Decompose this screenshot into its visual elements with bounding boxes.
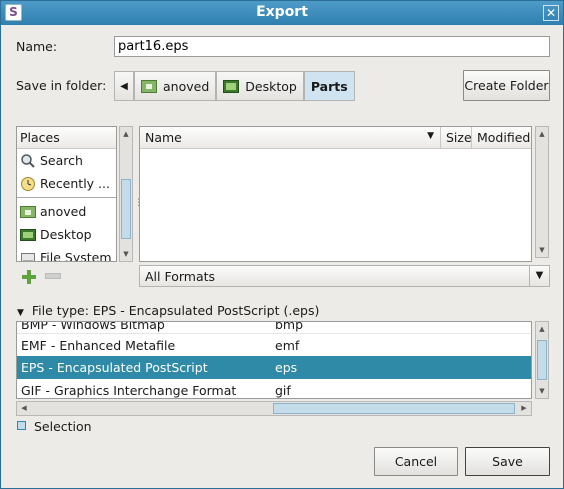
crumb-anoved[interactable]: anoved [134,71,217,101]
place-recent[interactable]: Recently ... [17,172,116,195]
scroll-left-icon[interactable]: ◀ [17,402,31,415]
places-scrollbar[interactable]: ▲ ▼ [119,126,133,262]
file-type-name: EPS - Encapsulated PostScript [21,360,208,375]
scroll-thumb[interactable] [537,340,547,380]
dropdown-arrow-icon: ▼ [529,265,549,287]
file-type-hscrollbar[interactable]: ◀ ▶ [16,401,532,416]
desktop-icon [223,79,240,93]
place-filesystem[interactable]: File System [17,246,116,262]
expander-arrow-icon: ▼ [17,308,24,318]
add-bookmark-icon[interactable] [21,269,37,285]
column-label: Name [145,130,182,145]
place-label: Desktop [40,227,92,242]
drive-icon [20,250,36,261]
save-button[interactable]: Save [465,447,550,476]
cancel-button[interactable]: Cancel [374,447,458,476]
crumb-label: Desktop [245,78,297,94]
file-type-label: File type: EPS - Encapsulated PostScript… [31,303,320,318]
file-type-name: GIF - Graphics Interchange Format [21,383,237,398]
crumb-label: anoved [163,78,210,94]
scroll-thumb[interactable] [273,403,515,414]
crumb-parts[interactable]: Parts [303,71,355,101]
remove-bookmark-icon[interactable] [45,273,61,279]
filename-input[interactable] [114,36,550,57]
scroll-right-icon[interactable]: ▶ [517,402,531,415]
format-filter-select[interactable]: All Formats ▼ [139,265,550,287]
search-icon [20,153,36,169]
places-separator [17,197,116,198]
place-desktop[interactable]: Desktop [17,223,116,246]
file-type-ext: gif [275,383,291,398]
file-type-list: BMP - Windows Bitmap bmp EMF - Enhanced … [16,321,532,399]
title-bar[interactable]: S Export ✕ [1,1,563,25]
place-label: Recently ... [40,176,110,191]
file-type-scrollbar[interactable]: ▲ ▼ [535,321,549,399]
place-search[interactable]: Search [17,149,116,172]
pane-resize-handle[interactable]: ⋮ [134,199,143,215]
name-label: Name: [16,39,58,54]
column-size[interactable]: Size [441,127,472,148]
file-type-ext: emf [275,337,300,353]
file-type-row-selected[interactable]: EPS - Encapsulated PostScript eps [17,356,531,379]
scroll-up-icon[interactable]: ▲ [536,127,548,141]
scroll-down-icon[interactable]: ▼ [536,384,548,398]
recent-icon [20,176,36,192]
place-label: File System [40,250,112,262]
window-title: Export [256,4,308,20]
file-type-row[interactable]: EMF - Enhanced Metafile emf [17,333,531,356]
place-anoved[interactable]: anoved [17,200,116,223]
close-icon[interactable]: ✕ [543,5,559,21]
file-list: Name ▼ Size Modified [139,126,532,262]
file-list-header: Name ▼ Size Modified [140,127,531,149]
scroll-up-icon[interactable]: ▲ [536,322,548,336]
file-type-row[interactable]: GIF - Graphics Interchange Format gif [17,379,531,398]
crumb-desktop[interactable]: Desktop [216,71,304,101]
places-pane: Places Search Recently ... anoved Deskto… [16,126,117,262]
crumb-label: Parts [310,78,348,94]
folder-icon [141,79,157,93]
column-name[interactable]: Name ▼ [140,127,441,148]
places-header[interactable]: Places [17,127,116,149]
scroll-thumb[interactable] [121,179,131,239]
place-label: Search [40,153,83,168]
desktop-icon [20,227,36,243]
place-label: anoved [40,204,87,219]
selection-checkbox[interactable] [17,421,26,430]
files-scrollbar[interactable]: ▲ ▼ [535,126,549,258]
export-dialog: S Export ✕ Name: Save in folder: ◀ anove… [0,0,564,489]
file-type-name: BMP - Windows Bitmap [21,321,165,332]
file-type-ext: eps [275,360,298,375]
sort-down-icon: ▼ [427,131,434,141]
scroll-down-icon[interactable]: ▼ [536,243,548,257]
path-scroll-left-button[interactable]: ◀ [114,71,134,101]
file-type-ext: bmp [275,321,304,332]
file-type-expander[interactable]: ▼ File type: EPS - Encapsulated PostScri… [17,303,319,318]
create-folder-button[interactable]: Create Folder [463,70,550,101]
path-bar: ◀ anoved Desktop Parts [114,71,355,101]
selection-label[interactable]: Selection [34,419,92,434]
column-modified[interactable]: Modified [472,127,531,148]
scroll-down-icon[interactable]: ▼ [120,247,132,261]
save-in-label: Save in folder: [16,78,107,93]
scroll-up-icon[interactable]: ▲ [120,127,132,141]
home-folder-icon [20,204,36,220]
filter-value: All Formats [145,269,216,284]
file-type-name: EMF - Enhanced Metafile [21,337,176,353]
